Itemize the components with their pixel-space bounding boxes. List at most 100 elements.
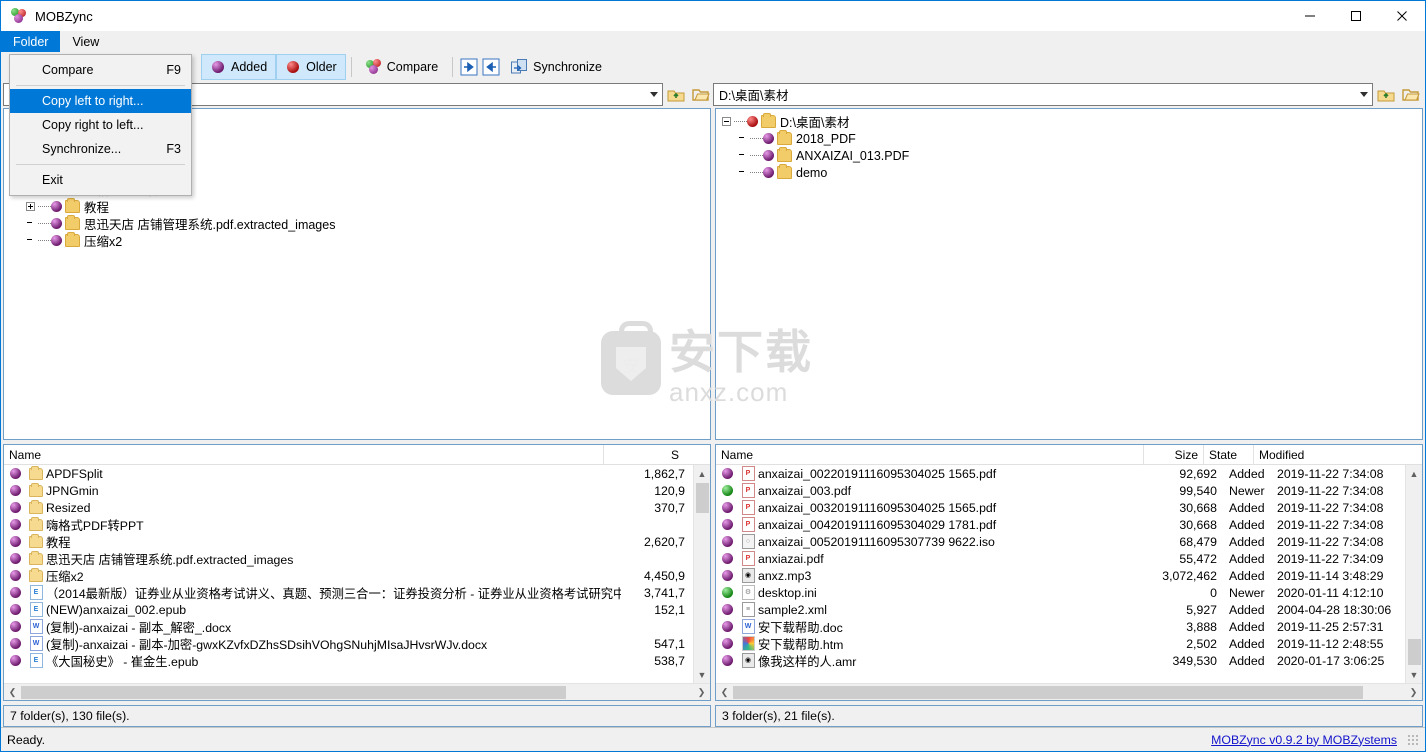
toolbar: Added Older Compare Synchronize bbox=[1, 52, 1425, 82]
file-modified: 2019-11-22 7:34:08 bbox=[1277, 466, 1384, 481]
row-status bbox=[716, 468, 738, 479]
maximize-button[interactable] bbox=[1333, 1, 1379, 31]
compare-button[interactable]: Compare bbox=[357, 54, 447, 80]
right-path-up-button[interactable] bbox=[1373, 83, 1398, 106]
file-state: Added bbox=[1229, 568, 1265, 583]
ini-file-icon: ⚙ bbox=[741, 585, 755, 600]
file-row[interactable]: E 《大国秘史》 - 崔金生.epub 538,7 bbox=[4, 652, 710, 669]
file-row[interactable]: Panxaizai_00220191116095304025 1565.pdf 9… bbox=[716, 465, 1422, 482]
menu-item-label: Synchronize... bbox=[42, 142, 122, 156]
left-list-vscrollbar[interactable]: ▲ ▼ bbox=[693, 465, 710, 683]
tree-node[interactable]: 压缩x2 bbox=[10, 232, 710, 249]
file-row[interactable]: 压缩x2 4,450,9 bbox=[4, 567, 710, 584]
file-row[interactable]: Resized 370,7 bbox=[4, 499, 710, 516]
right-path-browse-button[interactable] bbox=[1398, 83, 1423, 106]
left-scroll-down-icon[interactable]: ▼ bbox=[694, 666, 711, 683]
right-col-name[interactable]: Name bbox=[716, 445, 1144, 465]
right-path-input[interactable]: D:\桌面\素材 bbox=[713, 83, 1373, 106]
left-list-hscrollbar[interactable]: ❮ ❯ bbox=[4, 683, 710, 700]
copy-left-to-right-button[interactable] bbox=[458, 56, 480, 78]
about-link[interactable]: MOBZync v0.9.2 by MOBZystems bbox=[1211, 733, 1397, 747]
menu-view[interactable]: View bbox=[60, 31, 111, 52]
left-file-list[interactable]: Name S APDFSplit 1,862,7 JPNGmin 120,9 Resiz… bbox=[3, 444, 711, 701]
menu-item-compare[interactable]: Compare F9 bbox=[10, 58, 191, 82]
right-hscroll-left-icon[interactable]: ❮ bbox=[716, 684, 733, 701]
right-scroll-down-icon[interactable]: ▼ bbox=[1406, 666, 1423, 683]
right-hscroll-right-icon[interactable]: ❯ bbox=[1405, 684, 1422, 701]
right-col-modified[interactable]: Modified bbox=[1254, 445, 1399, 465]
left-hscroll-left-icon[interactable]: ❮ bbox=[4, 684, 21, 701]
menu-folder[interactable]: Folder bbox=[1, 31, 61, 52]
file-row[interactable]: 思迅天店 店铺管理系统.pdf.extracted_images bbox=[4, 550, 710, 567]
right-list-vscrollbar[interactable]: ▲ ▼ bbox=[1405, 465, 1422, 683]
filter-added-button[interactable]: Added bbox=[201, 54, 277, 80]
file-row[interactable]: ◉ 像我这样的人.amr 349,530 Added 2020-01-17 3:06:2… bbox=[716, 652, 1422, 669]
tree-node[interactable]: 2018_PDF bbox=[722, 130, 1422, 147]
left-scroll-up-icon[interactable]: ▲ bbox=[694, 465, 711, 482]
tree-node[interactable]: 思迅天店 店铺管理系统.pdf.extracted_images bbox=[10, 215, 710, 232]
file-modified: 2019-11-25 2:57:31 bbox=[1277, 619, 1384, 634]
file-row[interactable]: 安下载帮助.htm 2,502 Added 2019-11-12 2:48:55 bbox=[716, 635, 1422, 652]
synchronize-button[interactable]: Synchronize bbox=[502, 54, 611, 80]
right-col-size[interactable]: Size bbox=[1144, 445, 1204, 465]
file-modified: 2019-11-22 7:34:08 bbox=[1277, 483, 1384, 498]
minimize-button[interactable] bbox=[1287, 1, 1333, 31]
menu-item-synchronize[interactable]: Synchronize... F3 bbox=[10, 137, 191, 161]
left-col-name[interactable]: Name bbox=[4, 445, 604, 465]
close-button[interactable] bbox=[1379, 1, 1425, 31]
left-col-size[interactable]: S bbox=[604, 445, 684, 465]
left-hscroll-right-icon[interactable]: ❯ bbox=[693, 684, 710, 701]
tree-connector bbox=[734, 121, 747, 122]
folder-icon bbox=[777, 147, 792, 162]
collapse-node-icon[interactable] bbox=[722, 117, 731, 126]
file-row[interactable]: APDFSplit 1,862,7 bbox=[4, 465, 710, 482]
file-row[interactable]: Panxaizai_003.pdf 99,540 Newer 2019-11-22 7… bbox=[716, 482, 1422, 499]
file-row[interactable]: W (复制)-anxaizai - 副本_解密_.docx bbox=[4, 618, 710, 635]
file-row[interactable]: 嗨格式PDF转PPT bbox=[4, 516, 710, 533]
left-path-up-button[interactable] bbox=[663, 83, 688, 106]
menu-item-copy-left-to-right[interactable]: Copy left to right... bbox=[10, 89, 191, 113]
file-row[interactable]: ◉ anxz.mp3 3,072,462 Added 2019-11-14 3:48:2… bbox=[716, 567, 1422, 584]
menu-item-copy-right-to-left[interactable]: Copy right to left... bbox=[10, 113, 191, 137]
row-type-icon: ⚙ bbox=[738, 585, 758, 600]
right-list-hscrollbar[interactable]: ❮ ❯ bbox=[716, 683, 1422, 700]
file-row[interactable]: 教程 2,620,7 bbox=[4, 533, 710, 550]
tree-node[interactable]: D:\桌面\素材 bbox=[722, 113, 1422, 130]
right-file-list[interactable]: Name Size State Modified Panxaizai_00220… bbox=[715, 444, 1423, 701]
file-row[interactable]: Panxaizai_00420191116095304029 1781.pdf 3… bbox=[716, 516, 1422, 533]
left-path-browse-button[interactable] bbox=[688, 83, 713, 106]
row-status bbox=[716, 485, 738, 496]
file-row[interactable]: W 安下载帮助.doc 3,888 Added 2019-11-25 2:57:31 bbox=[716, 618, 1422, 635]
tree-node[interactable]: demo bbox=[722, 164, 1422, 181]
right-path-dropdown-arrow[interactable] bbox=[1355, 84, 1372, 105]
tree-node[interactable]: ANXAIZAI_013.PDF bbox=[722, 147, 1422, 164]
file-row[interactable]: JPNGmin 120,9 bbox=[4, 482, 710, 499]
expand-node-icon[interactable] bbox=[26, 202, 35, 211]
copy-right-to-left-button[interactable] bbox=[480, 56, 502, 78]
purple-status-dot-icon bbox=[721, 468, 733, 479]
filter-older-button[interactable]: Older bbox=[276, 54, 346, 80]
file-row[interactable]: ≡ sample2.xml 5,927 Added 2004-04-28 18:30:0… bbox=[716, 601, 1422, 618]
file-state: Added bbox=[1229, 602, 1265, 617]
right-folder-tree[interactable]: D:\桌面\素材 2018_PDF ANXAIZAI_013.PDF demo bbox=[715, 108, 1423, 440]
file-name: anxaizai_00520191116095307739 9622.iso bbox=[758, 534, 995, 549]
file-row[interactable]: W (复制)-anxaizai - 副本-加密-gwxKZvfxDZhsSDsih… bbox=[4, 635, 710, 652]
mobzync-window: MOBZync Folder View Added Older Compare … bbox=[0, 0, 1426, 752]
right-col-state[interactable]: State bbox=[1204, 445, 1254, 465]
file-modified: 2019-11-22 7:34:08 bbox=[1277, 534, 1384, 549]
resize-grip-icon[interactable] bbox=[1407, 733, 1419, 746]
tree-node-label: ANXAIZAI_013.PDF bbox=[796, 148, 910, 163]
right-scroll-up-icon[interactable]: ▲ bbox=[1406, 465, 1423, 482]
menu-item-exit[interactable]: Exit bbox=[10, 168, 191, 192]
tree-node[interactable]: 教程 bbox=[10, 198, 710, 215]
menu-separator bbox=[16, 85, 185, 86]
file-row[interactable]: ⚙ desktop.ini 0 Newer 2020-01-11 4:12:10 bbox=[716, 584, 1422, 601]
file-row[interactable]: Panxiazai.pdf 55,472 Added 2019-11-22 7:34:… bbox=[716, 550, 1422, 567]
file-row[interactable]: Panxaizai_00320191116095304025 1565.pdf 3… bbox=[716, 499, 1422, 516]
file-row[interactable]: ○ anxaizai_00520191116095307739 9622.iso 6… bbox=[716, 533, 1422, 550]
file-row[interactable]: E (NEW)anxaizai_002.epub 152,1 bbox=[4, 601, 710, 618]
file-name: 嗨格式PDF转PPT bbox=[46, 518, 144, 533]
left-path-dropdown-arrow[interactable] bbox=[645, 84, 662, 105]
row-type-icon: P bbox=[738, 466, 758, 481]
file-row[interactable]: E （2014最新版）证券业从业资格考试讲义、真题、预测三合一：证券投资分析 - … bbox=[4, 584, 710, 601]
